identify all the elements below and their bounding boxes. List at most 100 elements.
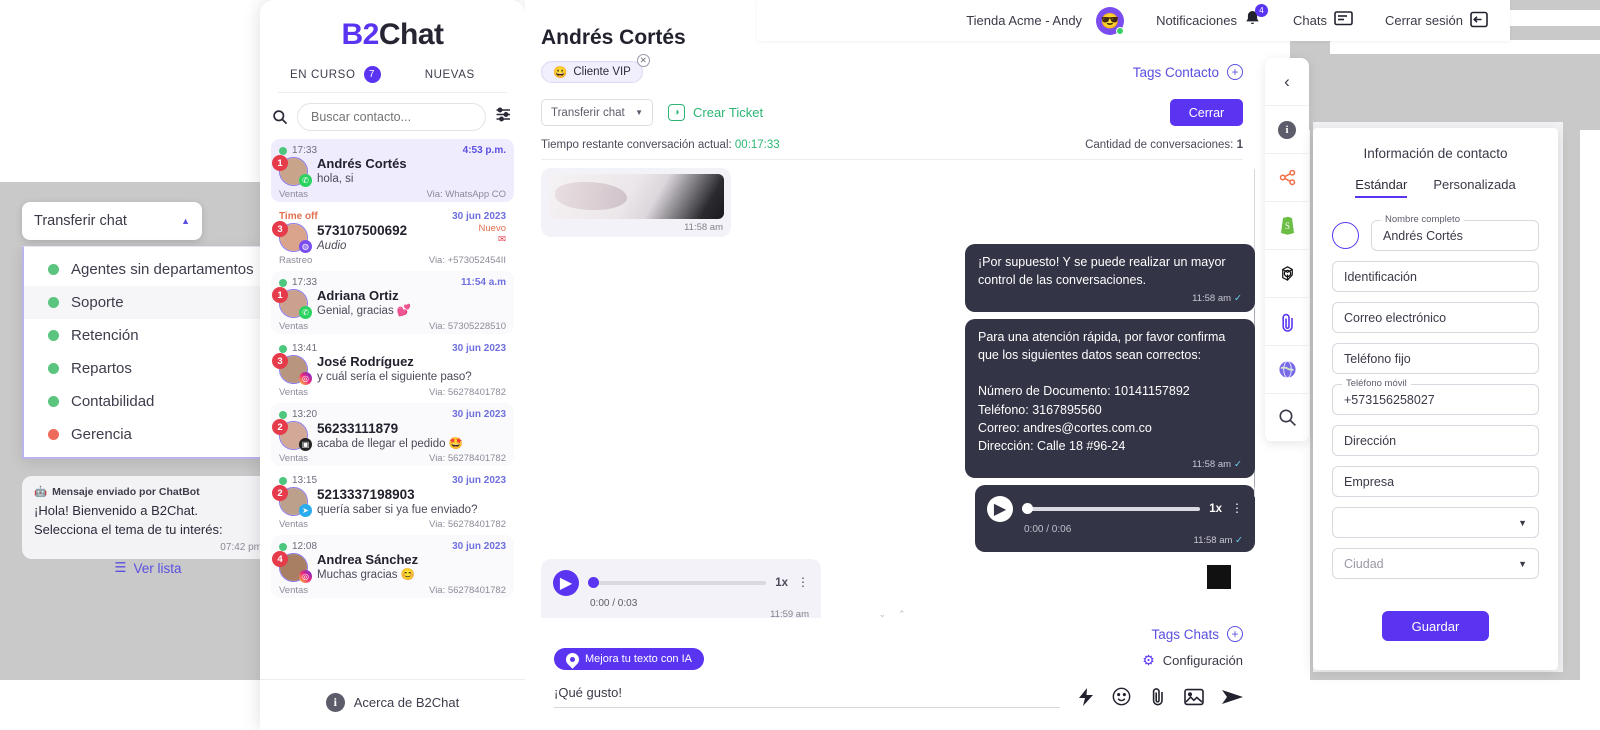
image-icon[interactable]: [1184, 688, 1204, 706]
field-telefono-fijo[interactable]: Teléfono fijo: [1332, 343, 1539, 374]
field-pais-select[interactable]: ▼: [1332, 507, 1539, 538]
bolt-icon[interactable]: [1078, 687, 1094, 706]
status-dot-icon: [48, 330, 59, 341]
contact-tag-label: Cliente VIP: [573, 66, 631, 78]
info-icon[interactable]: i: [1265, 106, 1309, 154]
field-empresa[interactable]: Empresa: [1332, 466, 1539, 497]
audio-progress-knob[interactable]: [1022, 502, 1033, 514]
tab-nuevas[interactable]: NUEVAS: [393, 69, 508, 81]
tags-contacto-button[interactable]: Tags Contacto +: [1133, 64, 1243, 80]
transfer-option-soporte[interactable]: Soporte: [24, 286, 278, 319]
list-item[interactable]: 17:33 11:54 a.m 1 ✆ Adriana Ortiz Genial, gra…: [271, 271, 514, 334]
openai-icon[interactable]: [1265, 250, 1309, 298]
chat-date: 30 jun 2023: [452, 211, 506, 222]
account-selector[interactable]: Tienda Acme - Andy: [966, 13, 1082, 28]
field-identificacion[interactable]: Identificación: [1332, 261, 1539, 292]
more-options-icon[interactable]: ⋮: [1231, 502, 1243, 515]
guardar-button[interactable]: Guardar: [1382, 611, 1489, 641]
bell-icon[interactable]: 4: [1244, 4, 1268, 31]
transfer-chat-options-list[interactable]: Agentes sin departamentos Soporte Retenc…: [22, 246, 280, 459]
crear-ticket-button[interactable]: ◑ Crear Ticket: [668, 104, 763, 121]
transfer-chat-select-label: Transferir chat: [34, 213, 127, 229]
audio-timestamp: 11:59 am: [770, 608, 809, 618]
paperclip-icon[interactable]: [1149, 687, 1166, 706]
back-chevron-icon[interactable]: ‹: [1265, 58, 1309, 106]
chats-button[interactable]: Chats: [1293, 11, 1353, 30]
list-item[interactable]: 17:33 4:53 p.m. 1 ✆ Andrés Cortés hola, si Ven…: [271, 139, 514, 202]
channel-via-label: Via: 56278401782: [429, 453, 506, 465]
hubspot-icon[interactable]: [1265, 154, 1309, 202]
department-label: Ventas: [279, 188, 309, 200]
audio-progress-slider[interactable]: [1022, 502, 1201, 514]
message-thread[interactable]: 11:58 am ¡Por supuesto! Y se puede reali…: [541, 168, 1255, 618]
search-icon[interactable]: [1265, 394, 1309, 442]
message-input[interactable]: [554, 685, 1060, 708]
contact-tag-cliente-vip[interactable]: 😀 Cliente VIP ✕: [541, 54, 650, 83]
channel-icon: ✆: [299, 306, 312, 319]
audio-message-in[interactable]: ▶ 1x ⋮ 0:00 / 0:03 11:59 am: [541, 558, 821, 618]
configuracion-button[interactable]: ⚙ Configuración: [1142, 652, 1243, 669]
transfer-chat-select[interactable]: Transferir chat ▲: [22, 202, 202, 240]
playback-speed-button[interactable]: 1x: [1209, 503, 1222, 515]
ver-lista-button[interactable]: ☰ Ver lista: [22, 560, 274, 576]
chat-list-items[interactable]: 17:33 4:53 p.m. 1 ✆ Andrés Cortés hola, si Ven…: [260, 139, 525, 629]
transfer-option-retencion[interactable]: Retención: [24, 319, 278, 352]
plus-circle-icon[interactable]: +: [1227, 626, 1243, 642]
field-nombre-completo[interactable]: Nombre completo Andrés Cortés: [1371, 214, 1539, 251]
image-message-bubble[interactable]: 11:58 am: [541, 168, 731, 237]
chat-status: 12:08: [279, 541, 317, 552]
scroll-nav-arrows[interactable]: ⌄⌃: [878, 609, 917, 618]
department-label: Ventas: [279, 519, 309, 531]
tab-en-curso[interactable]: EN CURSO 7: [278, 66, 393, 83]
play-icon[interactable]: ▶: [553, 569, 579, 596]
status-dot-icon: [48, 264, 59, 275]
search-input[interactable]: [297, 103, 486, 131]
field-telefono-movil[interactable]: Teléfono móvil +573156258027: [1332, 378, 1539, 415]
close-icon[interactable]: ✕: [636, 54, 650, 67]
field-ciudad-select[interactable]: Ciudad ▼: [1332, 548, 1539, 579]
audio-progress-knob[interactable]: [588, 576, 599, 588]
online-status-dot: [1116, 26, 1125, 35]
channel-icon: ➤: [299, 504, 312, 517]
plus-circle-icon[interactable]: +: [1227, 64, 1243, 80]
audio-message-out[interactable]: ▶ 1x ⋮ 0:00 / 0:06 11:58 am ✓: [975, 484, 1255, 552]
list-item[interactable]: 13:20 30 jun 2023 2 ▣ 56233111879 acaba de ll…: [271, 403, 514, 466]
list-item[interactable]: 13:41 30 jun 2023 3 ◎ José Rodríguez y cuál s…: [271, 337, 514, 400]
cerrar-button[interactable]: Cerrar: [1170, 99, 1243, 126]
transfer-chat-dropdown[interactable]: Transferir chat ▼: [541, 99, 653, 126]
tags-chats-button[interactable]: Tags Chats +: [1151, 626, 1243, 642]
field-correo-electronico[interactable]: Correo electrónico: [1332, 302, 1539, 333]
filter-icon[interactable]: [495, 106, 512, 128]
list-item[interactable]: 12:08 30 jun 2023 4 ◎ Andrea Sánchez Muchas g…: [271, 535, 514, 598]
mejora-texto-ia-button[interactable]: Mejora tu texto con IA: [554, 648, 704, 670]
list-item[interactable]: 13:15 30 jun 2023 2 ➤ 5213337198903 quería sa…: [271, 469, 514, 532]
notifications-button[interactable]: Notificaciones 4: [1156, 4, 1268, 31]
list-item[interactable]: Time off 30 jun 2023 3 ◍ 573107500692 Audio Nu…: [271, 205, 514, 268]
transfer-option-gerencia[interactable]: Gerencia: [24, 418, 278, 451]
avatar: 1 ✆: [272, 155, 312, 187]
paperclip-icon[interactable]: [1265, 298, 1309, 346]
audio-meta: 11:58 am ✓: [987, 535, 1243, 546]
emoji-icon[interactable]: [1112, 687, 1131, 706]
play-icon[interactable]: ▶: [987, 495, 1013, 522]
user-avatar[interactable]: 😎: [1096, 6, 1125, 35]
more-options-icon[interactable]: ⋮: [797, 576, 809, 589]
audio-progress-slider[interactable]: [588, 576, 767, 588]
transfer-option-repartos[interactable]: Repartos: [24, 352, 278, 385]
status-dot-icon: [48, 429, 59, 440]
b2chat-logo: B2Chat: [260, 0, 525, 52]
online-dot-icon: [279, 278, 287, 287]
globe-icon[interactable]: [1265, 346, 1309, 394]
transfer-option-agentes[interactable]: Agentes sin departamentos: [24, 253, 278, 286]
tab-personalizada[interactable]: Personalizada: [1433, 177, 1515, 198]
avatar[interactable]: [1332, 222, 1359, 249]
field-label: Teléfono móvil: [1342, 378, 1411, 389]
transfer-option-contabilidad[interactable]: Contabilidad: [24, 385, 278, 418]
about-b2chat-link[interactable]: i Acerca de B2Chat: [260, 679, 525, 730]
field-direccion[interactable]: Dirección: [1332, 425, 1539, 456]
shopify-icon[interactable]: S: [1265, 202, 1309, 250]
playback-speed-button[interactable]: 1x: [775, 577, 788, 589]
logout-button[interactable]: Cerrar sesión: [1385, 11, 1488, 31]
send-icon[interactable]: [1222, 688, 1243, 706]
tab-estandar[interactable]: Estándar: [1355, 177, 1408, 198]
